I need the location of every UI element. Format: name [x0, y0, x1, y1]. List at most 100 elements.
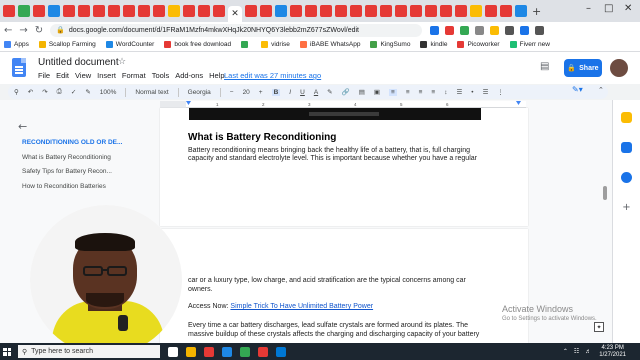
close-window-icon[interactable]: ✕ — [624, 3, 632, 14]
browser-tab[interactable] — [245, 5, 257, 17]
browser-tab[interactable] — [455, 5, 467, 17]
extension-icon[interactable] — [490, 25, 500, 35]
italic-button[interactable]: I — [289, 89, 291, 96]
taskbar-app-icon[interactable] — [240, 346, 250, 357]
bookmark-item[interactable]: kindle — [420, 41, 447, 48]
add-addon-icon[interactable]: + — [621, 202, 632, 213]
taskbar-search-input[interactable]: ⚲ Type here to search — [18, 345, 160, 358]
network-icon[interactable]: ☷ — [574, 348, 579, 355]
extension-icon[interactable] — [505, 25, 515, 35]
browser-tab[interactable] — [470, 5, 482, 17]
editing-mode-icon[interactable]: ✎▾ — [572, 85, 583, 94]
link-icon[interactable]: 🔗 — [342, 88, 350, 96]
browser-tab[interactable] — [78, 5, 90, 17]
undo-icon[interactable]: ↶ — [28, 88, 33, 96]
browser-tab[interactable] — [168, 5, 180, 17]
browser-tab[interactable] — [365, 5, 377, 17]
numbered-list-icon[interactable]: ☰ — [483, 88, 489, 96]
print-icon[interactable]: ⎙ — [57, 88, 62, 96]
browser-tab[interactable] — [515, 5, 527, 17]
explore-icon[interactable]: ✦ — [594, 322, 604, 332]
extension-icon[interactable] — [445, 25, 455, 35]
browser-tab[interactable] — [93, 5, 105, 17]
align-center-icon[interactable]: ≡ — [406, 89, 410, 96]
taskbar-app-icon[interactable] — [204, 346, 214, 357]
bookmark-item[interactable] — [241, 41, 251, 48]
highlight-icon[interactable]: ✎ — [327, 88, 332, 96]
menu-item[interactable]: Edit — [56, 71, 69, 80]
minimize-icon[interactable]: – — [586, 3, 591, 14]
browser-tab[interactable] — [63, 5, 75, 17]
document-page[interactable]: What is Battery Reconditioning Battery r… — [160, 108, 528, 226]
zoom-select[interactable]: 100% — [100, 89, 117, 96]
comment-history-icon[interactable]: ▤ — [540, 61, 549, 72]
increase-font-icon[interactable]: + — [259, 89, 263, 96]
justify-icon[interactable]: ≡ — [431, 89, 435, 96]
bullet-list-icon[interactable]: • — [471, 89, 473, 96]
spellcheck-icon[interactable]: ✓ — [71, 88, 76, 96]
bookmark-item[interactable]: WordCounter — [105, 41, 154, 48]
taskbar-app-icon[interactable] — [168, 346, 178, 357]
bookmark-item[interactable]: Fiverr new — [509, 41, 550, 48]
text-color-button[interactable]: A — [314, 89, 318, 96]
browser-tab[interactable] — [335, 5, 347, 17]
new-tab-button[interactable]: + — [532, 5, 541, 18]
bookmark-item[interactable]: iBABE WhatsApp — [299, 41, 360, 48]
scrollbar-thumb[interactable] — [603, 186, 607, 200]
menu-item[interactable]: Format — [122, 71, 146, 80]
chevron-up-icon[interactable]: ⌃ — [563, 348, 568, 355]
browser-tab[interactable] — [350, 5, 362, 17]
browser-tab[interactable] — [290, 5, 302, 17]
underline-button[interactable]: U — [300, 89, 305, 96]
bookmark-item[interactable]: Picoworker — [457, 41, 500, 48]
search-menus-icon[interactable]: ⚲ — [14, 88, 19, 96]
url-bar[interactable]: 🔒 docs.google.com/document/d/1FRaM1Mzfn4… — [50, 23, 423, 37]
volume-icon[interactable]: ♬ — [585, 349, 591, 355]
font-size-input[interactable]: 20 — [243, 89, 250, 96]
align-right-icon[interactable]: ≡ — [419, 89, 423, 96]
document-page[interactable]: car or a luxury type, low charge, and ac… — [160, 229, 528, 343]
menu-item[interactable]: Add-ons — [175, 71, 203, 80]
browser-tab[interactable] — [440, 5, 452, 17]
bookmark-item[interactable]: vidrise — [261, 41, 290, 48]
browser-tab[interactable] — [395, 5, 407, 17]
outline-item[interactable]: How to Recondition Batteries — [22, 183, 162, 198]
checklist-icon[interactable]: ☰ — [456, 88, 462, 96]
maximize-icon[interactable]: □ — [604, 3, 613, 14]
hide-menus-icon[interactable]: ⌃ — [598, 86, 604, 94]
menu-item[interactable]: Tools — [152, 71, 170, 80]
align-left-icon[interactable]: ≡ — [389, 88, 397, 96]
close-outline-icon[interactable]: ← — [18, 120, 27, 133]
font-select[interactable]: Georgia — [188, 89, 211, 96]
taskbar-app-icon[interactable] — [258, 346, 268, 357]
browser-tab[interactable] — [213, 5, 225, 17]
line-spacing-icon[interactable]: ↕ — [444, 89, 447, 96]
taskbar-app-icon[interactable] — [276, 346, 286, 357]
active-browser-tab[interactable]: ✕ — [228, 6, 242, 22]
extension-icon[interactable] — [430, 25, 440, 35]
avatar[interactable] — [610, 59, 628, 77]
bookmark-item[interactable]: Apps — [4, 41, 29, 48]
browser-tab[interactable] — [3, 5, 15, 17]
browser-tab[interactable] — [485, 5, 497, 17]
extension-icon[interactable] — [535, 25, 545, 35]
more-options-icon[interactable]: ⋮ — [497, 88, 504, 96]
extension-icon[interactable] — [460, 25, 470, 35]
browser-tab[interactable] — [18, 5, 30, 17]
browser-tab[interactable] — [33, 5, 45, 17]
extension-icon[interactable] — [520, 25, 530, 35]
document-title[interactable]: Untitled document — [38, 57, 119, 68]
docs-logo-icon[interactable] — [12, 58, 26, 77]
bold-button[interactable]: B — [271, 88, 281, 96]
browser-tab[interactable] — [500, 5, 512, 17]
browser-tab[interactable] — [380, 5, 392, 17]
reload-icon[interactable]: ↻ — [35, 25, 43, 36]
horizontal-ruler[interactable]: 1 2 3 4 5 6 — [186, 101, 526, 108]
left-indent-marker[interactable] — [186, 101, 191, 105]
browser-tab[interactable] — [275, 5, 287, 17]
menu-item[interactable]: File — [38, 71, 50, 80]
outline-item[interactable]: Safety Tips for Battery Recon... — [22, 168, 162, 183]
browser-tab[interactable] — [198, 5, 210, 17]
bookmark-item[interactable]: KingSumo — [370, 41, 410, 48]
browser-tab[interactable] — [320, 5, 332, 17]
